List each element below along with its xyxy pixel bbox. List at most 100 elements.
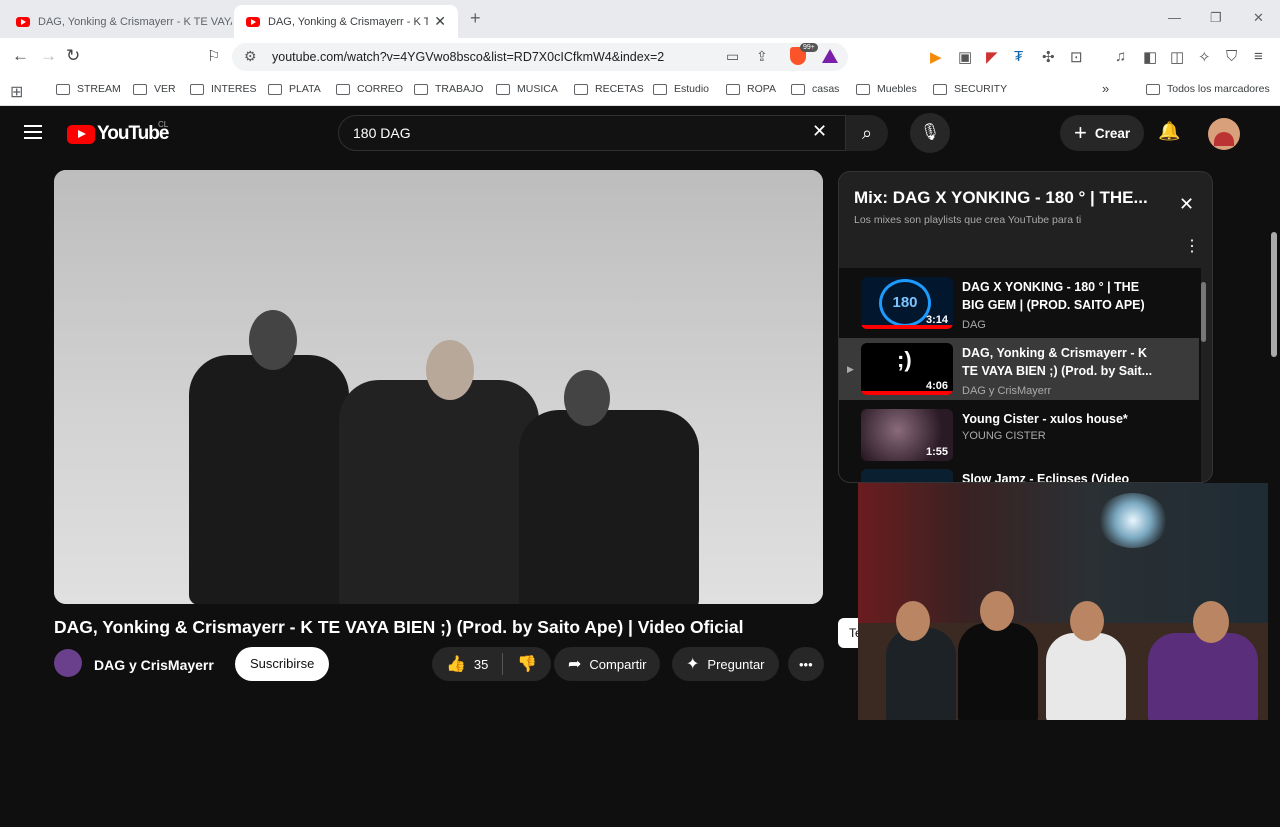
bookmark-folder[interactable]: TRABAJO bbox=[414, 83, 483, 95]
leo-icon[interactable]: ✧ bbox=[1198, 48, 1211, 66]
dislike-icon[interactable]: 👎 bbox=[517, 654, 537, 674]
scrollbar-thumb[interactable] bbox=[1201, 282, 1206, 342]
item-title: Slow Jamz - Eclipses (Video bbox=[962, 472, 1130, 483]
sidebar-icon[interactable]: ◧ bbox=[1143, 48, 1157, 66]
item-channel: DAG y CrisMayerr bbox=[962, 385, 1052, 397]
tab-title: DAG, Yonking & Crismayerr - K TE VAYA bbox=[38, 15, 232, 28]
more-vertical-icon[interactable]: ⋮ bbox=[1184, 236, 1200, 256]
thumbnail-logo: ;) bbox=[897, 347, 912, 372]
install-icon[interactable]: ▭ bbox=[726, 48, 739, 65]
wallet-icon[interactable]: ◫ bbox=[1170, 48, 1184, 66]
site-info-icon[interactable]: ⚙ bbox=[244, 48, 257, 65]
bookmark-folder[interactable]: Muebles bbox=[856, 83, 917, 95]
bookmark-icon[interactable]: ⚐ bbox=[207, 47, 220, 65]
search-box[interactable]: 180 DAG bbox=[338, 115, 846, 151]
folder-icon bbox=[791, 83, 805, 95]
video-person-head bbox=[249, 310, 297, 370]
all-bookmarks-folder[interactable]: Todos los marcadores bbox=[1146, 83, 1270, 95]
maximize-icon[interactable]: ❐ bbox=[1210, 10, 1222, 26]
item-title: Young Cister - xulos house* bbox=[962, 412, 1128, 426]
apps-grid-icon[interactable]: ⊞ bbox=[10, 82, 23, 102]
browser-tab[interactable]: DAG, Yonking & Crismayerr - K TE VAYA bbox=[4, 5, 232, 38]
forward-icon[interactable]: → bbox=[40, 46, 57, 66]
bookmark-folder[interactable]: VER bbox=[133, 83, 176, 95]
new-tab-icon[interactable]: + bbox=[470, 8, 481, 29]
bookmark-folder[interactable]: ROPA bbox=[726, 83, 776, 95]
play-extension-icon[interactable]: ▶ bbox=[930, 48, 942, 66]
extension-icon[interactable]: ▣ bbox=[958, 48, 972, 66]
folder-icon bbox=[856, 83, 870, 95]
menu-icon[interactable]: ≡ bbox=[1254, 48, 1263, 65]
bookmark-folder[interactable]: PLATA bbox=[268, 83, 321, 95]
playlist-item[interactable]: 1:55 Young Cister - xulos house* YOUNG C… bbox=[839, 404, 1199, 466]
folder-icon bbox=[496, 83, 510, 95]
rewards-icon[interactable] bbox=[822, 49, 838, 63]
minimize-icon[interactable]: — bbox=[1168, 10, 1181, 25]
video-person-head bbox=[426, 340, 474, 400]
playlist-scrollbar[interactable] bbox=[1199, 270, 1209, 485]
channel-name[interactable]: DAG y CrisMayerr bbox=[94, 657, 214, 673]
youtube-logo[interactable]: YouTube bbox=[67, 123, 169, 145]
folder-icon bbox=[653, 83, 667, 95]
page-scrollbar[interactable] bbox=[1268, 214, 1280, 827]
search-button[interactable]: ⌕ bbox=[846, 115, 888, 151]
video-title: DAG, Yonking & Crismayerr - K TE VAYA BI… bbox=[54, 617, 744, 637]
video-person bbox=[339, 380, 539, 604]
voice-search-button[interactable]: 🎙 bbox=[910, 113, 950, 153]
playlist-items: 180 3:14 DAG X YONKING - 180 ° | THE BIG… bbox=[839, 268, 1201, 483]
bookmark-folder[interactable]: CORREO bbox=[336, 83, 403, 95]
megaphone-icon[interactable]: ◤ bbox=[986, 48, 998, 66]
playlist-item[interactable]: Slow Jamz - Eclipses (Video bbox=[839, 464, 1199, 483]
video-player[interactable] bbox=[54, 170, 823, 604]
mix-playlist-panel: Mix: DAG X YONKING - 180 ° | THE... Los … bbox=[838, 171, 1213, 483]
chip-card[interactable]: Te bbox=[838, 618, 862, 648]
playlist-item[interactable]: 180 3:14 DAG X YONKING - 180 ° | THE BIG… bbox=[839, 272, 1199, 334]
mix-title[interactable]: Mix: DAG X YONKING - 180 ° | THE... bbox=[854, 188, 1164, 208]
create-button[interactable]: + Crear bbox=[1060, 115, 1145, 151]
vpn-icon[interactable]: ⛉ bbox=[1226, 48, 1237, 65]
guide-menu-icon[interactable] bbox=[24, 125, 42, 139]
clear-search-icon[interactable]: ✕ bbox=[812, 121, 827, 142]
page-scrollbar-thumb[interactable] bbox=[1271, 232, 1277, 357]
bookmark-folder[interactable]: RECETAS bbox=[574, 83, 644, 95]
youtube-favicon-icon bbox=[246, 16, 260, 27]
pip-person bbox=[958, 623, 1038, 720]
channel-avatar[interactable] bbox=[54, 649, 82, 677]
microphone-icon: 🎙 bbox=[919, 124, 941, 141]
bookmark-folder[interactable]: casas bbox=[791, 83, 839, 95]
pip-person-head bbox=[896, 601, 930, 641]
puzzle-icon[interactable]: ✣ bbox=[1042, 48, 1055, 66]
translate-icon[interactable]: ₮ bbox=[1014, 48, 1023, 65]
omnibox[interactable]: ⚙ youtube.com/watch?v=4YGVwo8bsco&list=R… bbox=[232, 43, 848, 71]
bookmark-folder[interactable]: SECURITY bbox=[933, 83, 1007, 95]
picture-in-picture-video[interactable] bbox=[858, 483, 1280, 720]
bookmark-folder[interactable]: MUSICA bbox=[496, 83, 558, 95]
account-avatar[interactable] bbox=[1208, 118, 1240, 150]
notifications-bell-icon[interactable]: 🔔 bbox=[1158, 121, 1180, 142]
close-window-icon[interactable]: ✕ bbox=[1253, 10, 1264, 26]
window-icon[interactable]: ⊡ bbox=[1070, 48, 1083, 66]
like-icon[interactable]: 👍 bbox=[446, 654, 466, 674]
search-input[interactable]: 180 DAG bbox=[353, 125, 411, 141]
pip-person bbox=[1046, 633, 1126, 720]
bookmark-folder[interactable]: STREAM bbox=[56, 83, 121, 95]
owner-row: DAG y CrisMayerr Suscribirse 👍 35 👎 ➦ Co… bbox=[54, 647, 824, 683]
pip-light bbox=[1098, 493, 1168, 548]
share-icon[interactable]: ⇪ bbox=[756, 48, 768, 65]
bookmark-folder[interactable]: INTERES bbox=[190, 83, 257, 95]
back-icon[interactable]: ← bbox=[12, 46, 29, 66]
bookmark-folder[interactable]: Estudio bbox=[653, 83, 709, 95]
browser-tab-active[interactable]: DAG, Yonking & Crismayerr - K TE V ✕ bbox=[234, 5, 458, 38]
ask-button[interactable]: ✦ Preguntar bbox=[672, 647, 779, 681]
subscribe-button[interactable]: Suscribirse bbox=[235, 647, 330, 681]
share-button[interactable]: ➦ Compartir bbox=[554, 647, 661, 681]
music-icon[interactable]: ♫ bbox=[1115, 48, 1126, 65]
reload-icon[interactable]: ↻ bbox=[66, 46, 80, 66]
playlist-item-current[interactable]: ▶ ;) 4:06 DAG, Yonking & Crismayerr - K … bbox=[839, 338, 1199, 400]
divider bbox=[502, 653, 504, 675]
search-icon: ⌕ bbox=[861, 123, 873, 143]
close-tab-icon[interactable]: ✕ bbox=[434, 13, 446, 30]
close-panel-icon[interactable]: ✕ bbox=[1179, 194, 1194, 215]
more-bookmarks-icon[interactable]: » bbox=[1102, 81, 1109, 96]
more-actions-button[interactable]: ••• bbox=[788, 647, 824, 681]
